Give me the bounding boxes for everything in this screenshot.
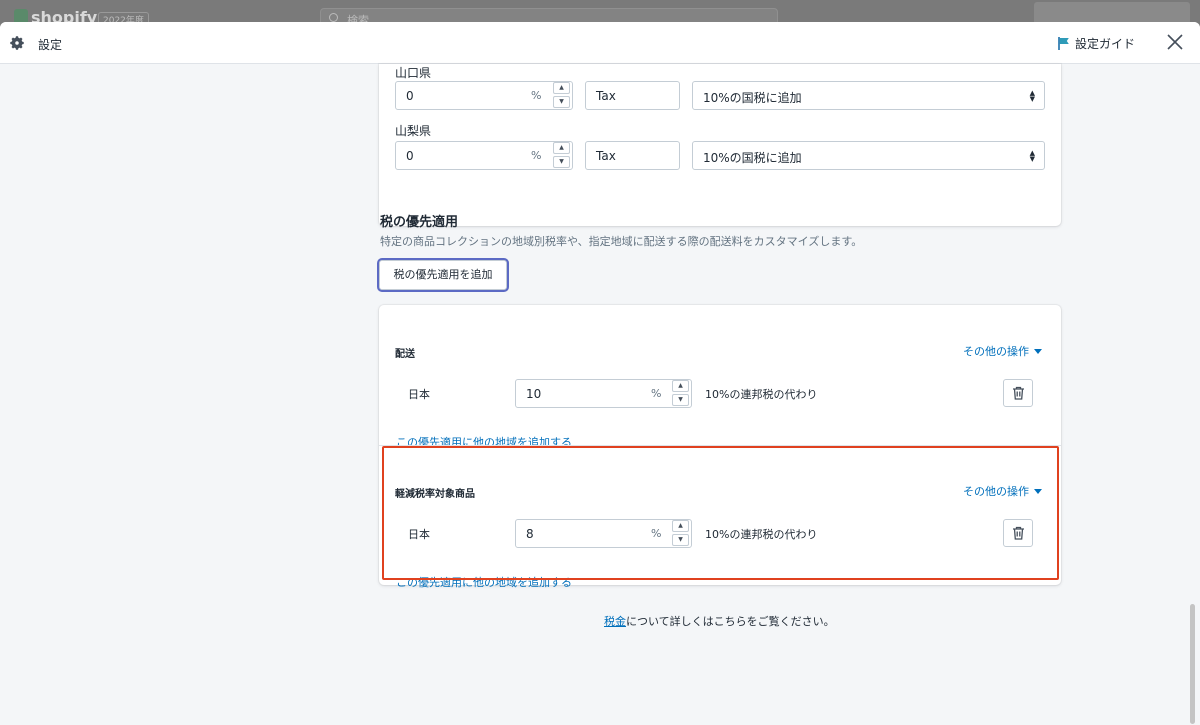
decrement-icon[interactable]: ▼ xyxy=(672,394,689,406)
percent-suffix: % xyxy=(531,89,542,102)
increment-icon[interactable]: ▲ xyxy=(553,82,570,94)
select-value: 10%の国税に追加 xyxy=(703,91,802,105)
tax-calculation-select[interactable]: 10%の国税に追加 ▲ ▼ xyxy=(692,141,1045,170)
percent-suffix: % xyxy=(651,387,662,400)
search-icon xyxy=(329,13,338,22)
province-rate-input[interactable]: 0 xyxy=(395,141,573,170)
province-rates-card: 山口県 0 % ▲ ▼ Tax 10%の国税に追加 ▲ ▼ 山梨県 0 % ▲ ▼… xyxy=(379,64,1061,226)
flag-icon xyxy=(1058,37,1069,50)
footer-note: 税金について詳しくはこちらをご覧ください。 xyxy=(604,613,835,629)
override-rate-input[interactable]: 10 xyxy=(515,379,692,408)
close-icon[interactable] xyxy=(1166,33,1184,51)
select-arrows-icon: ▲ ▼ xyxy=(1029,89,1035,103)
more-actions-button[interactable]: その他の操作 xyxy=(963,343,1042,359)
rate-stepper[interactable]: ▲ ▼ xyxy=(672,380,691,407)
percent-suffix: % xyxy=(531,149,542,162)
tax-name-input[interactable]: Tax xyxy=(585,81,680,110)
rate-stepper[interactable]: ▲ ▼ xyxy=(553,82,572,109)
override-description: 10%の連邦税の代わり xyxy=(705,388,818,401)
province-rate-input[interactable]: 0 xyxy=(395,81,573,110)
select-value: 10%の国税に追加 xyxy=(703,151,802,165)
override-region: 日本 xyxy=(408,388,430,401)
trash-icon xyxy=(1013,386,1024,400)
increment-icon[interactable]: ▲ xyxy=(553,142,570,154)
select-arrows-icon: ▲ ▼ xyxy=(1029,149,1035,163)
decrement-icon[interactable]: ▼ xyxy=(553,156,570,168)
highlight-annotation xyxy=(382,446,1059,580)
tax-name-input[interactable]: Tax xyxy=(585,141,680,170)
settings-modal: 設定 設定ガイド 山口県 0 % ▲ ▼ Tax 10%の国税に追加 ▲ ▼ 山梨… xyxy=(0,22,1200,725)
overrides-section-description: 特定の商品コレクションの地域別税率や、指定地域に配送する際の配送料をカスタマイズ… xyxy=(380,235,863,248)
setup-guide-label: 設定ガイド xyxy=(1075,37,1136,51)
province-name: 山口県 xyxy=(395,66,432,80)
tax-calculation-select[interactable]: 10%の国税に追加 ▲ ▼ xyxy=(692,81,1045,110)
increment-icon[interactable]: ▲ xyxy=(672,380,689,392)
scrollbar[interactable] xyxy=(1190,604,1195,724)
overrides-section-title: 税の優先適用 xyxy=(380,215,459,230)
rate-stepper[interactable]: ▲ ▼ xyxy=(553,142,572,169)
more-actions-label: その他の操作 xyxy=(963,345,1029,358)
province-name: 山梨県 xyxy=(395,124,432,138)
override-title: 配送 xyxy=(395,349,415,360)
add-tax-override-button[interactable]: 税の優先適用を追加 xyxy=(379,260,507,290)
modal-title: 設定 xyxy=(38,38,63,52)
modal-header: 設定 設定ガイド xyxy=(0,22,1200,64)
decrement-icon[interactable]: ▼ xyxy=(553,96,570,108)
delete-override-button[interactable] xyxy=(1003,379,1033,407)
footer-text: について詳しくはこちらをご覧ください。 xyxy=(626,615,835,628)
taxes-link[interactable]: 税金 xyxy=(604,615,626,628)
gear-icon xyxy=(10,36,24,50)
setup-guide-button[interactable]: 設定ガイド xyxy=(1058,35,1135,52)
caret-down-icon xyxy=(1034,349,1042,354)
